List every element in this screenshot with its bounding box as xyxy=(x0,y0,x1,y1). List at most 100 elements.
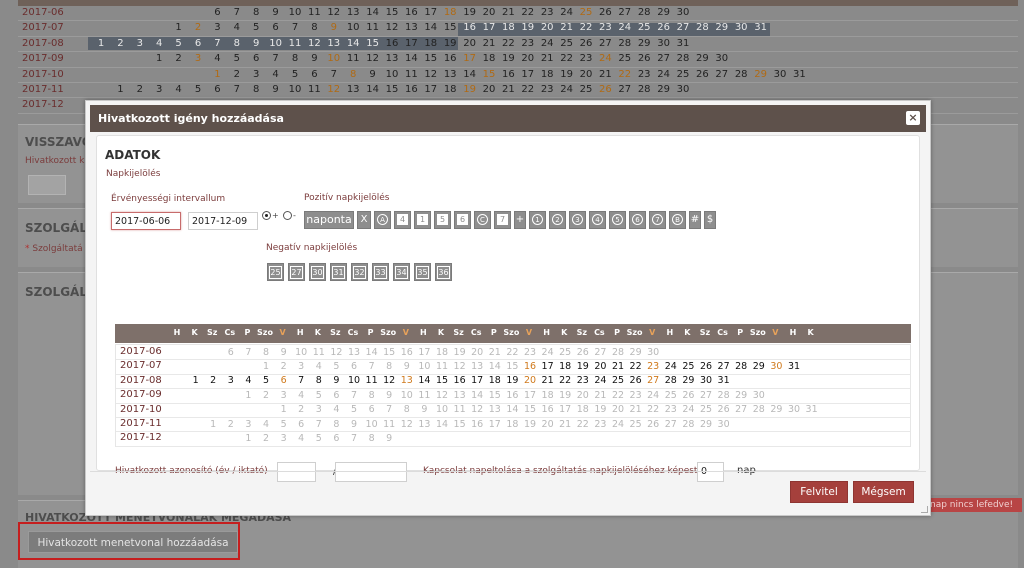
calendar-day[interactable]: 31 xyxy=(785,361,803,372)
negative-day-button[interactable]: 34 xyxy=(393,263,410,281)
calendar-day[interactable]: 23 xyxy=(574,375,592,386)
calendar-day[interactable]: 1 xyxy=(239,433,257,444)
calendar-day[interactable]: 5 xyxy=(310,390,328,401)
negative-day-button[interactable]: 33 xyxy=(372,263,389,281)
calendar-day[interactable]: 12 xyxy=(380,375,398,386)
calendar-day[interactable]: 1 xyxy=(275,404,293,415)
calendar-day[interactable]: 3 xyxy=(275,390,293,401)
calendar-day[interactable]: 14 xyxy=(503,404,521,415)
calendar-day[interactable]: 17 xyxy=(486,419,504,430)
calendar-day[interactable]: 1 xyxy=(257,361,275,372)
calendar-day[interactable]: 19 xyxy=(591,404,609,415)
calendar-day[interactable]: 22 xyxy=(574,419,592,430)
positive-day-button[interactable]: A xyxy=(374,211,391,229)
calendar-day[interactable]: 12 xyxy=(327,347,345,358)
resize-grip-icon[interactable] xyxy=(921,506,928,513)
calendar-day[interactable]: 8 xyxy=(257,347,275,358)
calendar-day[interactable]: 31 xyxy=(803,404,821,415)
calendar-day[interactable]: 8 xyxy=(398,404,416,415)
calendar-day[interactable]: 7 xyxy=(239,347,257,358)
calendar-day[interactable]: 17 xyxy=(521,390,539,401)
calendar-day[interactable]: 15 xyxy=(503,361,521,372)
positive-day-button[interactable]: 1 xyxy=(529,211,546,229)
calendar-day[interactable]: 29 xyxy=(679,375,697,386)
calendar-day[interactable]: 5 xyxy=(275,419,293,430)
calendar-day[interactable]: 8 xyxy=(363,390,381,401)
calendar-day[interactable]: 10 xyxy=(363,419,381,430)
calendar-day[interactable]: 29 xyxy=(627,347,645,358)
calendar-day[interactable]: 4 xyxy=(292,390,310,401)
calendar-day[interactable]: 24 xyxy=(609,419,627,430)
calendar-day[interactable]: 7 xyxy=(363,361,381,372)
calendar-day[interactable]: 23 xyxy=(591,419,609,430)
calendar-day[interactable]: 22 xyxy=(556,375,574,386)
calendar-day[interactable]: 11 xyxy=(415,390,433,401)
positive-day-button[interactable]: 4 xyxy=(589,211,606,229)
positive-day-button[interactable]: 4 xyxy=(394,211,411,229)
calendar-day[interactable]: 12 xyxy=(468,404,486,415)
calendar-day[interactable]: 7 xyxy=(345,433,363,444)
positive-day-button[interactable]: B xyxy=(669,211,686,229)
calendar-day[interactable]: 13 xyxy=(468,361,486,372)
calendar-day[interactable]: 9 xyxy=(380,433,398,444)
positive-day-button[interactable]: 7 xyxy=(494,211,511,229)
calendar-day[interactable]: 29 xyxy=(732,390,750,401)
radio-minus[interactable] xyxy=(283,211,292,220)
calendar-day[interactable]: 2 xyxy=(257,390,275,401)
calendar-day[interactable]: 28 xyxy=(662,375,680,386)
calendar-day[interactable]: 23 xyxy=(627,390,645,401)
calendar-day[interactable]: 7 xyxy=(380,404,398,415)
calendar-day[interactable]: 30 xyxy=(750,390,768,401)
positive-day-button[interactable]: # xyxy=(689,211,701,229)
calendar-day[interactable]: 6 xyxy=(292,419,310,430)
calendar-day[interactable]: 29 xyxy=(697,419,715,430)
calendar-day[interactable]: 17 xyxy=(539,361,557,372)
calendar-day[interactable]: 12 xyxy=(451,361,469,372)
calendar-day[interactable]: 2 xyxy=(257,433,275,444)
calendar-day[interactable]: 30 xyxy=(697,375,715,386)
calendar-day[interactable]: 4 xyxy=(310,361,328,372)
calendar-day[interactable]: 22 xyxy=(609,390,627,401)
calendar-day[interactable]: 13 xyxy=(345,347,363,358)
calendar-day[interactable]: 19 xyxy=(451,347,469,358)
calendar-day[interactable]: 15 xyxy=(486,390,504,401)
calendar-day[interactable]: 20 xyxy=(539,419,557,430)
calendar-day[interactable]: 18 xyxy=(574,404,592,415)
calendar-day[interactable]: 13 xyxy=(486,404,504,415)
calendar-day[interactable]: 27 xyxy=(715,361,733,372)
calendar-day[interactable]: 10 xyxy=(433,404,451,415)
ref-number-input[interactable] xyxy=(335,462,407,482)
calendar-day[interactable]: 21 xyxy=(486,347,504,358)
calendar-day[interactable]: 13 xyxy=(415,419,433,430)
date-to-input[interactable]: 2017-12-09 xyxy=(188,212,258,230)
calendar-day[interactable]: 30 xyxy=(715,419,733,430)
calendar-day[interactable]: 27 xyxy=(591,347,609,358)
calendar-day[interactable]: 14 xyxy=(486,361,504,372)
calendar-day[interactable]: 17 xyxy=(415,347,433,358)
calendar-day[interactable]: 20 xyxy=(591,361,609,372)
calendar-day[interactable]: 21 xyxy=(609,361,627,372)
calendar-day[interactable]: 26 xyxy=(697,361,715,372)
calendar-day[interactable]: 28 xyxy=(609,347,627,358)
calendar-day[interactable]: 28 xyxy=(732,361,750,372)
calendar-day[interactable]: 11 xyxy=(433,361,451,372)
calendar-day[interactable]: 21 xyxy=(627,404,645,415)
calendar-day[interactable]: 6 xyxy=(363,404,381,415)
calendar-day[interactable]: 3 xyxy=(239,419,257,430)
calendar-day[interactable]: 7 xyxy=(345,390,363,401)
calendar-day[interactable]: 4 xyxy=(239,375,257,386)
calendar-day[interactable]: 19 xyxy=(574,361,592,372)
calendar-day[interactable]: 20 xyxy=(609,404,627,415)
calendar-day[interactable]: 16 xyxy=(539,404,557,415)
calendar-day[interactable]: 24 xyxy=(591,375,609,386)
calendar-day[interactable]: 30 xyxy=(767,361,785,372)
calendar-day[interactable]: 6 xyxy=(327,390,345,401)
calendar-day[interactable]: 3 xyxy=(222,375,240,386)
positive-day-button[interactable]: 1 xyxy=(414,211,431,229)
calendar-day[interactable]: 9 xyxy=(345,419,363,430)
positive-day-button[interactable]: 2 xyxy=(549,211,566,229)
calendar-day[interactable]: 24 xyxy=(539,347,557,358)
calendar-day[interactable]: 3 xyxy=(292,361,310,372)
negative-day-button[interactable]: 32 xyxy=(351,263,368,281)
calendar-day[interactable]: 23 xyxy=(644,361,662,372)
